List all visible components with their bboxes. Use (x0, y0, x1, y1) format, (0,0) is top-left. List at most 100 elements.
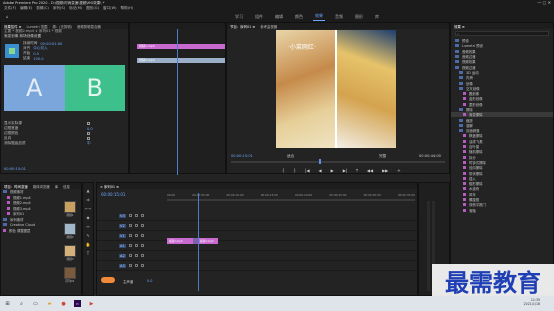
project-thumb[interactable]: 视频3 (64, 245, 76, 261)
sync-icon[interactable] (134, 264, 138, 267)
transport-button[interactable]: ◀◀ (367, 168, 373, 173)
ec-timecode[interactable]: 00:00:15:01 (1, 166, 26, 171)
timeline-tab[interactable]: × 序列01 ≡ (100, 184, 119, 189)
selection-tool-icon[interactable]: ▲ (85, 187, 91, 193)
transport-button[interactable]: ▶▶ (382, 168, 388, 173)
type-tool-icon[interactable]: T (85, 250, 91, 256)
mini-clip-1[interactable]: 视频1.mp4 (137, 44, 225, 49)
lock-icon[interactable] (128, 264, 132, 267)
sync-icon[interactable] (134, 224, 138, 227)
ec-field-value[interactable]: 00:00:01:00 (40, 42, 62, 46)
timeline-clip-2[interactable]: 视频2.mp4 (198, 238, 218, 244)
transport-button[interactable]: |◀ (305, 168, 309, 173)
workspace-tab[interactable]: 编辑 (273, 13, 285, 21)
transport-button[interactable]: ⤒ (356, 168, 358, 173)
workspace-tab[interactable]: 组件 (253, 13, 265, 21)
pen-tool-icon[interactable]: ✎ (85, 232, 91, 238)
lock-icon[interactable] (128, 244, 132, 247)
timeline-playhead[interactable] (198, 193, 199, 291)
track-label[interactable]: V1 (119, 233, 126, 238)
sync-icon[interactable] (134, 214, 138, 217)
eye-icon[interactable] (140, 264, 144, 267)
project-thumb[interactable]: 视频1 (64, 201, 76, 217)
workspace-tab[interactable]: 库 (373, 13, 381, 21)
ec-prop-checkbox[interactable] (87, 137, 90, 140)
ec-field-value[interactable]: 中心切入 (33, 46, 47, 51)
transport-button[interactable]: } (294, 168, 297, 173)
ec-field-value[interactable]: 100.0 (33, 57, 43, 61)
eye-icon[interactable] (140, 214, 144, 217)
lock-icon[interactable] (128, 254, 132, 257)
task-view-icon[interactable]: ▭ (32, 300, 39, 307)
transport-button[interactable]: ◀ (319, 168, 322, 173)
ripple-edit-icon[interactable]: ⟷ (85, 205, 91, 211)
razor-tool-icon[interactable]: ◆ (85, 214, 91, 220)
transport-button[interactable]: { (282, 168, 285, 173)
project-item[interactable]: 颜色 调整图层 (1, 228, 59, 234)
search-icon[interactable]: ⌕ (18, 300, 25, 307)
project-tab[interactable]: 媒体浏览器 (33, 184, 50, 189)
lock-icon[interactable] (128, 224, 132, 227)
program-quality[interactable]: 完整 (379, 154, 386, 159)
track-label[interactable]: A2 (119, 253, 126, 258)
media-icon[interactable]: ▶ (88, 300, 95, 307)
track-label[interactable]: A3 (119, 263, 126, 268)
workspace-tab[interactable]: 颜色 (293, 13, 305, 21)
project-tab[interactable]: 项目：时间变速 (4, 184, 28, 189)
eye-icon[interactable] (140, 244, 144, 247)
premiere-icon[interactable]: Pr (74, 300, 81, 307)
slip-tool-icon[interactable]: ↔ (85, 223, 91, 229)
program-playhead[interactable] (319, 159, 321, 164)
lock-icon[interactable] (128, 214, 132, 217)
project-tab[interactable]: 信息 (63, 184, 70, 189)
track-select-icon[interactable]: ⇉ (85, 196, 91, 202)
chrome-icon[interactable]: ● (60, 300, 67, 307)
transport-button[interactable]: + (397, 168, 400, 173)
workspace-tab[interactable]: 效果 (313, 12, 325, 21)
transport-button[interactable]: ▶| (343, 168, 347, 173)
sync-icon[interactable] (134, 234, 138, 237)
ec-tab[interactable]: Lumetri 范围 (26, 24, 47, 29)
workspace-tab[interactable]: 学习 (233, 13, 245, 21)
mini-clip-2[interactable]: 视频2.mp4 (137, 58, 225, 63)
lock-icon[interactable] (128, 234, 132, 237)
effects-item[interactable]: 渐隐 (451, 208, 553, 213)
program-tc-left[interactable]: 00:00:15:01 (231, 154, 253, 158)
program-fit[interactable]: 适合 (287, 154, 294, 159)
timeline-ruler[interactable]: 00:00 00:00:05:00 00:00:10:00 00:00:15:00 00… (167, 193, 415, 198)
eye-icon[interactable] (140, 254, 144, 257)
track-label[interactable]: A1 (119, 243, 126, 248)
sync-icon[interactable] (134, 244, 138, 247)
transport-button[interactable]: ▶ (331, 168, 334, 173)
ec-prop-checkbox[interactable] (87, 132, 90, 135)
ec-prop-checkbox[interactable] (87, 122, 90, 125)
ec-prop-value[interactable]: 中 (87, 141, 91, 146)
ec-tab[interactable]: 源：(无剪辑) (52, 24, 72, 29)
window-controls[interactable]: — ▢ ✕ (537, 0, 551, 5)
program-scrubber[interactable] (231, 161, 445, 163)
folder-icon[interactable]: ▰ (46, 300, 53, 307)
workspace-home-icon[interactable]: ⌂ (4, 13, 11, 20)
program-tab[interactable]: 参考监视器 (260, 24, 277, 29)
timeline-clip-1[interactable]: 视频1.mp4 (167, 238, 195, 244)
ec-field-value[interactable]: 0.0 (33, 52, 39, 56)
eye-icon[interactable] (140, 224, 144, 227)
sync-icon[interactable] (134, 254, 138, 257)
ec-prop-value[interactable]: 0.0 (87, 127, 93, 131)
program-tab[interactable]: 节目：序列01 ≡ (230, 24, 255, 29)
ec-playhead[interactable] (177, 29, 178, 175)
workspace-tab[interactable]: 图形 (353, 13, 365, 21)
project-thumb[interactable]: 视频2 (64, 223, 76, 239)
eye-icon[interactable] (140, 234, 144, 237)
workspace-tab[interactable]: 音频 (333, 13, 345, 21)
effects-search-input[interactable]: ⌕ (455, 31, 549, 36)
track-label[interactable]: V3 (119, 213, 126, 218)
ec-tab[interactable]: 音频剪辑混合器 (77, 24, 101, 29)
track-label[interactable]: V2 (119, 223, 126, 228)
master-volume[interactable]: 0.0 (147, 279, 152, 283)
start-icon[interactable]: ⊞ (4, 300, 11, 307)
project-thumb[interactable]: 序列01 (64, 267, 76, 283)
ec-tab[interactable]: 效果控件 ≡ (4, 24, 21, 29)
timeline-timecode[interactable]: 00:00:15:01 (101, 192, 125, 197)
hand-tool-icon[interactable]: ✋ (85, 241, 91, 247)
